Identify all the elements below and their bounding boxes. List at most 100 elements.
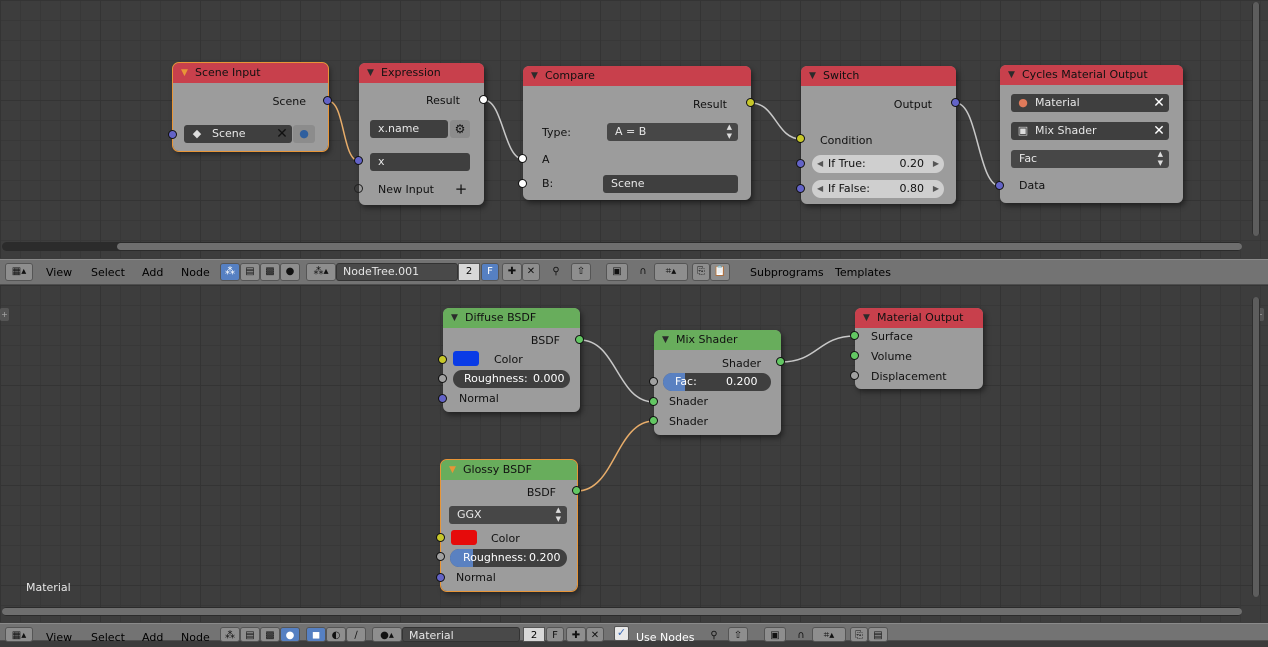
- node-mix-shader[interactable]: ▼ Mix Shader Shader Fac: 0.200 Shader Sha…: [654, 330, 781, 435]
- horizontal-scrollbar[interactable]: [2, 242, 1242, 251]
- snap-element-button[interactable]: ⌗▴: [812, 627, 846, 642]
- vertical-scrollbar[interactable]: [1252, 297, 1260, 597]
- socket-compare-b[interactable]: [518, 179, 527, 188]
- menu-node[interactable]: Node: [181, 628, 210, 647]
- if-true-slider[interactable]: ◀ If True: 0.20 ▶: [812, 155, 944, 173]
- socket-switch-if-true[interactable]: [796, 159, 805, 168]
- node-header[interactable]: ▼ Mix Shader: [654, 330, 781, 350]
- node-expression[interactable]: ▼ Expression Result x.name ⚙ x New Input …: [359, 63, 484, 205]
- socket-expression-var[interactable]: [354, 156, 363, 165]
- color-swatch[interactable]: [453, 351, 479, 366]
- close-icon[interactable]: ✕: [1152, 96, 1166, 110]
- collapse-triangle-icon[interactable]: ▼: [181, 68, 188, 78]
- paste-nodes-button[interactable]: ▤: [868, 627, 888, 642]
- socket-scene-in[interactable]: [168, 130, 177, 139]
- browse-tree-button[interactable]: ⁂▴: [306, 263, 336, 281]
- scrollbar-thumb[interactable]: [2, 608, 1242, 615]
- snap-element-button[interactable]: ⌗▴: [654, 263, 688, 281]
- node-diffuse-bsdf[interactable]: ▼ Diffuse BSDF BSDF Color Roughness: 0.00…: [443, 308, 580, 412]
- menu-select[interactable]: Select: [91, 263, 125, 282]
- node-editor-top[interactable]: ▼ Scene Input Scene ◆ Scene ✕ ● ▼ Expressi…: [0, 0, 1268, 258]
- parent-tree-button[interactable]: ⇧: [728, 627, 748, 642]
- node-switch[interactable]: ▼ Switch Output Condition ◀ If True: 0.20…: [801, 66, 956, 204]
- menu-node[interactable]: Node: [181, 263, 210, 282]
- menu-view[interactable]: View: [46, 628, 72, 647]
- settings-button[interactable]: ⚙: [450, 120, 470, 138]
- menu-subprograms[interactable]: Subprograms: [750, 263, 824, 282]
- color-swatch[interactable]: [451, 530, 477, 545]
- auto-offset-button[interactable]: ∩: [632, 263, 654, 281]
- material-users-count[interactable]: 2: [523, 627, 545, 642]
- tree-type-compositing[interactable]: ▤: [240, 263, 260, 281]
- collapse-triangle-icon[interactable]: ▼: [449, 465, 456, 475]
- close-icon[interactable]: ✕: [1152, 124, 1166, 138]
- paste-nodes-button[interactable]: 📋: [710, 263, 730, 281]
- unlink-material-button[interactable]: ✕: [586, 627, 604, 642]
- scrollbar-thumb[interactable]: [1253, 2, 1259, 236]
- shader-type-world[interactable]: ◐: [326, 627, 346, 642]
- menu-templates[interactable]: Templates: [835, 263, 891, 282]
- collapse-triangle-icon[interactable]: ▼: [863, 313, 870, 323]
- scrollbar-thumb[interactable]: [117, 243, 1242, 250]
- plus-icon[interactable]: +: [454, 182, 468, 197]
- new-tree-button[interactable]: ✚: [502, 263, 522, 281]
- expression-field[interactable]: x.name: [370, 120, 448, 138]
- shader-type-object[interactable]: ◼: [306, 627, 326, 642]
- arrow-right-icon[interactable]: ▶: [933, 155, 939, 173]
- material-name-field[interactable]: Material: [402, 627, 520, 642]
- tree-type-shader[interactable]: ●: [280, 627, 300, 642]
- distribution-dropdown[interactable]: GGX ▲ ▼: [449, 506, 567, 524]
- socket-compare-a[interactable]: [518, 154, 527, 163]
- collapse-triangle-icon[interactable]: ▼: [1008, 70, 1015, 80]
- node-header[interactable]: ▼ Cycles Material Output: [1000, 65, 1183, 85]
- socket-diffuse-bsdf[interactable]: [575, 335, 584, 344]
- socket-expression-result[interactable]: [479, 95, 488, 104]
- node-editor-bottom[interactable]: + + ▼Diffuse BSDF BSDF Color Roughness: …: [0, 285, 1268, 622]
- socket-compare-result[interactable]: [746, 98, 755, 107]
- socket-diffuse-roughness[interactable]: [438, 374, 447, 383]
- scrollbar-thumb[interactable]: [1253, 297, 1259, 597]
- socket-glossy-roughness[interactable]: [436, 552, 445, 561]
- pin-button[interactable]: ⚲: [546, 263, 566, 281]
- pin-button[interactable]: ⚲: [704, 627, 724, 642]
- toolbar-expand-tab[interactable]: +: [0, 308, 9, 321]
- menu-select[interactable]: Select: [91, 628, 125, 647]
- parent-tree-button[interactable]: ⇧: [571, 263, 591, 281]
- auto-offset-button[interactable]: ∩: [790, 627, 812, 642]
- horizontal-scrollbar[interactable]: [2, 607, 1242, 616]
- tree-type-texture[interactable]: ▩: [260, 627, 280, 642]
- menu-add[interactable]: Add: [142, 263, 163, 282]
- socket-mix-shader-1[interactable]: [649, 397, 658, 406]
- fac-dropdown[interactable]: Fac ▲ ▼: [1011, 150, 1169, 168]
- socket-glossy-color[interactable]: [436, 533, 445, 542]
- vertical-scrollbar[interactable]: [1252, 2, 1260, 236]
- socket-diffuse-normal[interactable]: [438, 394, 447, 403]
- node-header[interactable]: ▼ Switch: [801, 66, 956, 86]
- node-cycles-material-output[interactable]: ▼ Cycles Material Output ● Material ✕ ▣ M…: [1000, 65, 1183, 203]
- tree-type-custom[interactable]: ⁂: [220, 627, 240, 642]
- socket-glossy-normal[interactable]: [436, 573, 445, 582]
- variable-field[interactable]: x: [370, 153, 470, 171]
- backdrop-button[interactable]: ▣: [764, 627, 786, 642]
- roughness-slider[interactable]: Roughness: 0.000: [453, 370, 570, 388]
- fake-user-toggle[interactable]: F: [481, 263, 499, 281]
- browse-material-button[interactable]: ●▴: [372, 627, 402, 642]
- fac-slider[interactable]: Fac: 0.200: [663, 373, 771, 391]
- roughness-slider[interactable]: Roughness: 0.200: [450, 549, 567, 567]
- socket-mix-fac[interactable]: [649, 377, 658, 386]
- tree-type-shader[interactable]: ●: [280, 263, 300, 281]
- type-dropdown[interactable]: A = B ▲ ▼: [607, 123, 738, 141]
- copy-nodes-button[interactable]: ⎘: [692, 263, 710, 281]
- fake-user-toggle[interactable]: F: [546, 627, 564, 642]
- editor-type-button[interactable]: ▦▴: [5, 263, 33, 281]
- socket-switch-output[interactable]: [951, 98, 960, 107]
- socket-mix-shader-2[interactable]: [649, 416, 658, 425]
- collapse-triangle-icon[interactable]: ▼: [809, 71, 816, 81]
- material-field[interactable]: ● Material: [1011, 94, 1169, 112]
- node-header[interactable]: ▼ Material Output: [855, 308, 983, 328]
- node-header[interactable]: ▼ Scene Input: [173, 63, 328, 83]
- arrow-right-icon[interactable]: ▶: [933, 180, 939, 198]
- socket-output-volume[interactable]: [850, 351, 859, 360]
- node-field[interactable]: ▣ Mix Shader: [1011, 122, 1169, 140]
- socket-switch-condition[interactable]: [796, 134, 805, 143]
